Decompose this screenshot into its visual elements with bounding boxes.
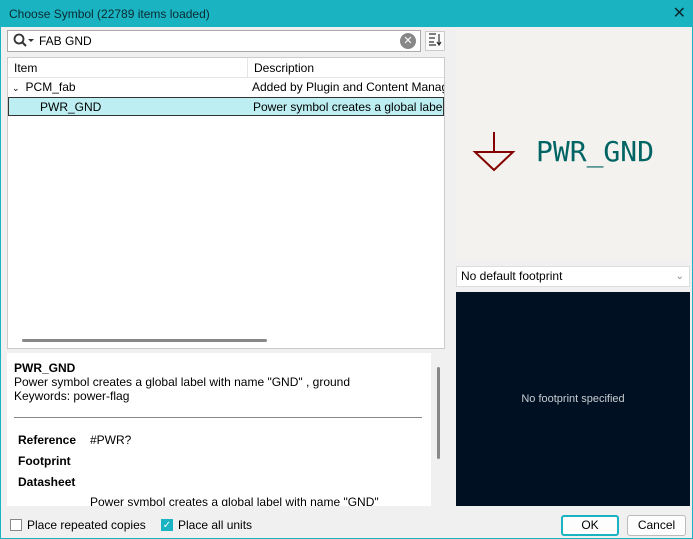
tree-row-library[interactable]: ⌄ PCM_fab Added by Plugin and Content Mana…: [8, 78, 444, 97]
sort-button[interactable]: [425, 31, 445, 51]
prop-label: Datasheet: [18, 475, 76, 489]
symbol-details: PWR_GND Power symbol creates a global la…: [7, 353, 431, 506]
details-description: Power symbol creates a global label with…: [14, 375, 351, 389]
search-input[interactable]: [39, 34, 400, 48]
close-icon[interactable]: ✕: [673, 1, 686, 27]
checkbox-checked[interactable]: ✓: [161, 519, 173, 531]
column-header-description[interactable]: Description: [248, 58, 314, 77]
symbol-preview: PWR_GND: [456, 30, 690, 261]
divider: [14, 417, 422, 418]
details-keywords: Keywords: power-flag: [14, 389, 130, 403]
prop-value: #PWR?: [90, 433, 132, 447]
ok-button[interactable]: OK: [561, 515, 619, 536]
window-title: Choose Symbol (22789 items loaded): [9, 7, 210, 21]
vertical-scrollbar[interactable]: [437, 367, 440, 459]
cancel-button[interactable]: Cancel: [627, 515, 686, 536]
checkbox-label: Place all units: [178, 518, 253, 532]
item-name: PCM_fab: [25, 80, 76, 94]
column-header-item[interactable]: Item: [8, 58, 248, 77]
title-bar: Choose Symbol (22789 items loaded) ✕: [1, 1, 693, 27]
symbol-tree[interactable]: Item Description ⌄ PCM_fab Added by Plugin …: [7, 57, 445, 349]
place-repeated-copies-checkbox[interactable]: Place repeated copies: [10, 518, 146, 532]
footprint-empty-text: No footprint specified: [521, 393, 625, 405]
details-name: PWR_GND: [14, 361, 76, 375]
item-name: PWR_GND: [40, 100, 102, 114]
checkbox[interactable]: [10, 519, 22, 531]
chevron-down-icon: ⌄: [675, 271, 684, 282]
search-icon[interactable]: [13, 33, 35, 49]
search-field[interactable]: ✕: [7, 30, 421, 52]
checkbox-label: Place repeated copies: [27, 518, 146, 532]
prop-label: Footprint: [18, 454, 71, 468]
choose-symbol-dialog: Choose Symbol (22789 items loaded) ✕ ✕ It…: [0, 0, 693, 539]
place-all-units-checkbox[interactable]: ✓ Place all units: [161, 518, 252, 532]
clear-search-icon[interactable]: ✕: [400, 33, 416, 49]
tree-row-symbol[interactable]: PWR_GND Power symbol creates a global lab…: [8, 97, 444, 116]
sort-icon: [429, 33, 442, 47]
footprint-select[interactable]: No default footprint ⌄: [456, 266, 690, 287]
chevron-down-icon[interactable]: ⌄: [12, 83, 20, 93]
item-description: Power symbol creates a global label with…: [253, 100, 443, 114]
horizontal-scrollbar[interactable]: [22, 339, 267, 342]
prop-label: Reference: [18, 433, 77, 447]
footprint-preview: No footprint specified: [456, 292, 690, 506]
footprint-select-value: No default footprint: [461, 269, 563, 283]
preview-label: PWR_GND: [536, 135, 654, 169]
item-description: Added by Plugin and Content Manager: [252, 80, 444, 94]
details-extra: Power symbol creates a global label with…: [90, 495, 379, 506]
ground-symbol-icon: PWR_GND: [472, 132, 654, 172]
